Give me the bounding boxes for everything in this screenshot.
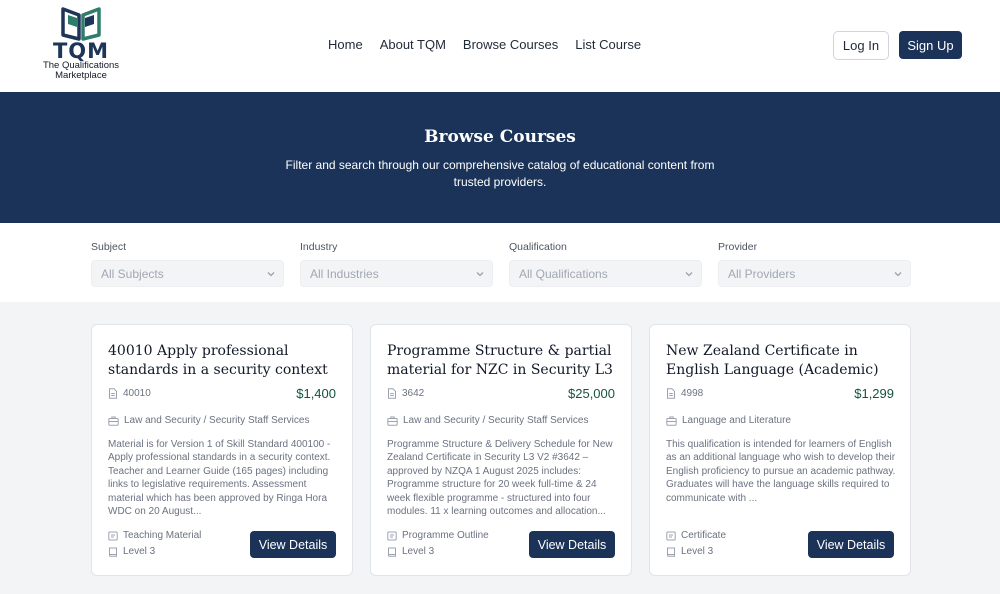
course-level: Level 3 [681, 546, 714, 557]
provider-filter-label: Provider [718, 241, 758, 253]
industry-select-value: All Industries [310, 266, 379, 281]
course-code-row: 3642 [387, 388, 424, 399]
course-level-row: Level 3 [387, 546, 434, 557]
tqm-logo[interactable]: TQM The Qualifications Marketplace [38, 5, 124, 81]
brand-name: TQM [52, 39, 110, 63]
provider-select-value: All Providers [728, 266, 796, 281]
open-book-logo-icon [61, 7, 101, 41]
briefcase-icon [387, 416, 398, 426]
course-code: 4998 [681, 388, 704, 399]
material-type-icon [108, 531, 118, 540]
course-type-row: Programme Outline [387, 530, 489, 541]
course-code-row: 40010 [108, 388, 151, 399]
industry-select[interactable]: All Industries [300, 260, 493, 287]
brand-tagline-2: Marketplace [55, 70, 107, 81]
chevron-down-icon [267, 272, 275, 277]
industry-filter: Industry All Industries [300, 241, 493, 287]
course-description: This qualification is intended for learn… [666, 439, 896, 504]
nav-about[interactable]: About TQM [380, 37, 446, 53]
book-icon [109, 547, 117, 557]
provider-select[interactable]: All Providers [718, 260, 911, 287]
course-price: $25,000 [568, 386, 615, 401]
subject-filter-label: Subject [91, 241, 127, 253]
course-card: 40010 Apply professional standards in a … [91, 324, 353, 576]
course-code: 40010 [123, 388, 151, 399]
nav-list-course[interactable]: List Course [575, 37, 641, 53]
course-level: Level 3 [123, 546, 156, 557]
course-type: Programme Outline [402, 530, 489, 541]
subject-select[interactable]: All Subjects [91, 260, 284, 287]
course-type-row: Certificate [666, 530, 726, 541]
qualification-select[interactable]: All Qualifications [509, 260, 702, 287]
hero-banner: Browse Courses Filter and search through… [0, 92, 1000, 223]
course-type: Certificate [681, 530, 727, 541]
course-title: Programme Structure & partial material f… [387, 343, 613, 378]
filter-bar: Subject All Subjects Industry All Indust… [0, 223, 1000, 302]
material-type-icon [387, 531, 397, 540]
view-details-button[interactable]: View Details [529, 531, 615, 558]
industry-filter-label: Industry [300, 241, 338, 253]
view-details-button[interactable]: View Details [808, 531, 894, 558]
course-type-row: Teaching Material [108, 530, 201, 541]
book-icon [388, 547, 396, 557]
course-category-row: Law and Security / Security Staff Servic… [108, 415, 309, 426]
login-button[interactable]: Log In [833, 31, 889, 60]
course-level-row: Level 3 [108, 546, 155, 557]
chevron-down-icon [476, 272, 484, 277]
course-title: New Zealand Certificate in English Langu… [666, 343, 879, 378]
qualification-select-value: All Qualifications [519, 266, 608, 281]
nav-home[interactable]: Home [328, 37, 363, 53]
chevron-down-icon [894, 272, 902, 277]
signup-button[interactable]: Sign Up [899, 31, 962, 59]
course-type: Teaching Material [123, 530, 202, 541]
course-level: Level 3 [402, 546, 435, 557]
document-icon [667, 388, 675, 399]
page-subtitle: Filter and search through our comprehens… [285, 158, 715, 189]
course-description: Material is for Version 1 of Skill Stand… [108, 439, 331, 518]
course-category: Law and Security / Security Staff Servic… [124, 415, 310, 426]
course-code-row: 4998 [666, 388, 703, 399]
course-category-row: Law and Security / Security Staff Servic… [387, 415, 588, 426]
course-category-row: Language and Literature [666, 415, 791, 426]
document-icon [388, 388, 396, 399]
subject-select-value: All Subjects [101, 266, 164, 281]
briefcase-icon [108, 416, 119, 426]
main-nav: Home About TQM Browse Courses List Cours… [328, 37, 658, 53]
course-title: 40010 Apply professional standards in a … [108, 343, 328, 378]
course-level-row: Level 3 [666, 546, 713, 557]
provider-filter: Provider All Providers [718, 241, 911, 287]
qualification-filter: Qualification All Qualifications [509, 241, 702, 287]
briefcase-icon [666, 416, 677, 426]
course-category: Law and Security / Security Staff Servic… [403, 415, 589, 426]
material-type-icon [666, 531, 676, 540]
qualification-filter-label: Qualification [509, 241, 567, 253]
course-code: 3642 [402, 388, 425, 399]
nav-browse-courses[interactable]: Browse Courses [463, 37, 558, 53]
course-price: $1,400 [296, 386, 336, 401]
view-details-button[interactable]: View Details [250, 531, 336, 558]
document-icon [109, 388, 117, 399]
subject-filter: Subject All Subjects [91, 241, 284, 287]
course-category: Language and Literature [682, 415, 791, 426]
course-card: Programme Structure & partial material f… [370, 324, 632, 576]
course-description: Programme Structure & Delivery Schedule … [387, 439, 613, 518]
page-title: Browse Courses [424, 127, 576, 147]
course-price: $1,299 [854, 386, 894, 401]
chevron-down-icon [685, 272, 693, 277]
book-icon [667, 547, 675, 557]
site-header: TQM The Qualifications Marketplace Home … [0, 0, 1000, 92]
course-card: New Zealand Certificate in English Langu… [649, 324, 911, 576]
